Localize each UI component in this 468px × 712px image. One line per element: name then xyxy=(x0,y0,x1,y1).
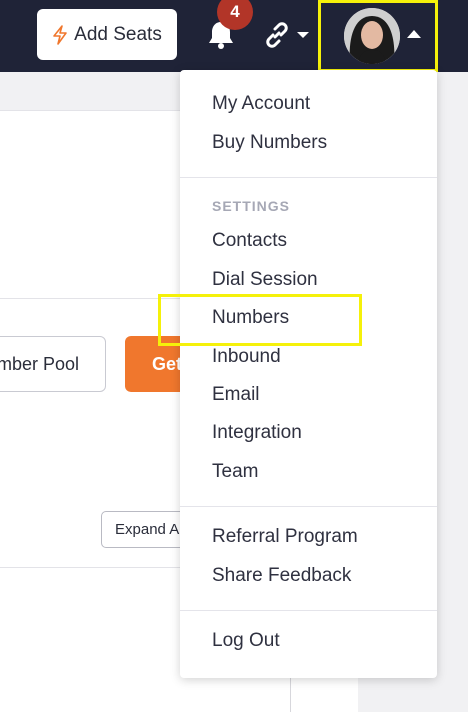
menu-item-dial-session[interactable]: Dial Session xyxy=(212,268,318,292)
menu-item-inbound[interactable]: Inbound xyxy=(212,345,281,369)
get-button-label: Get xyxy=(152,353,183,374)
lightning-icon xyxy=(53,24,67,45)
menu-divider xyxy=(180,610,437,611)
top-navbar: Add Seats 4 xyxy=(0,0,468,72)
profile-dropdown-menu: My Account Buy Numbers SETTINGS Contacts… xyxy=(180,70,437,678)
avatar xyxy=(344,8,400,64)
links-dropdown[interactable] xyxy=(262,18,314,52)
chevron-down-icon xyxy=(297,32,309,38)
menu-item-email[interactable]: Email xyxy=(212,383,260,407)
menu-item-referral-program[interactable]: Referral Program xyxy=(212,525,358,549)
menu-item-contacts[interactable]: Contacts xyxy=(212,229,287,253)
menu-item-numbers[interactable]: Numbers xyxy=(212,306,289,330)
caret-up-icon xyxy=(407,30,421,38)
profile-menu-toggle[interactable] xyxy=(318,0,438,72)
menu-item-team[interactable]: Team xyxy=(212,460,258,484)
number-pool-label: mber Pool xyxy=(0,353,79,374)
menu-divider xyxy=(180,506,437,507)
user-photo xyxy=(344,8,400,64)
link-icon xyxy=(266,22,288,48)
settings-heading: SETTINGS xyxy=(212,198,291,214)
menu-divider xyxy=(180,177,437,178)
menu-item-share-feedback[interactable]: Share Feedback xyxy=(212,564,351,588)
notification-count-badge: 4 xyxy=(217,0,253,30)
expand-all-label: Expand A xyxy=(115,521,180,538)
menu-item-integration[interactable]: Integration xyxy=(212,421,302,445)
menu-item-log-out[interactable]: Log Out xyxy=(212,629,280,653)
menu-item-my-account[interactable]: My Account xyxy=(212,92,310,116)
number-pool-button[interactable]: mber Pool xyxy=(0,336,106,392)
add-seats-button[interactable]: Add Seats xyxy=(37,9,177,60)
column-divider xyxy=(290,676,291,712)
add-seats-label: Add Seats xyxy=(74,23,162,45)
menu-item-buy-numbers[interactable]: Buy Numbers xyxy=(212,131,327,155)
